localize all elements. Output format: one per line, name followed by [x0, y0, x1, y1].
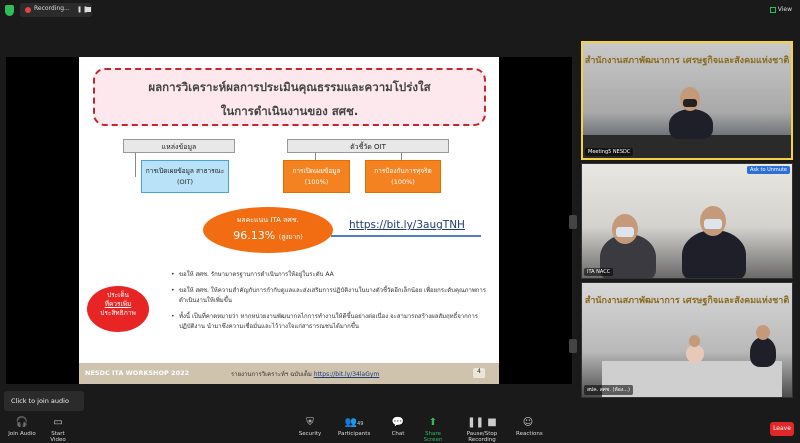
headphones-icon: 🎧 — [15, 417, 29, 428]
participant-head — [689, 335, 700, 347]
header-data-source: แหล่งข้อมูล — [123, 139, 235, 153]
pause-stop-icon: ❚❚ ■ — [467, 417, 497, 428]
wall-sign-text: สำนักงานสภาพัฒนาการ เศรษฐกิจและสังคมแห่ง… — [584, 56, 790, 66]
leave-button[interactable]: Leave — [770, 422, 794, 436]
participant-body — [686, 345, 704, 363]
slide-title-line1: ผลการวิเคราะห์ผลการประเมินคุณธรรมและความ… — [148, 80, 431, 94]
participants-label: Participants — [338, 431, 371, 437]
view-button[interactable]: View — [766, 3, 796, 17]
participant-tile-meeting5[interactable]: สำนักงานสภาพัฒนาการ เศรษฐกิจและสังคมแห่ง… — [581, 41, 793, 160]
reactions-button[interactable]: ☺ Reactions — [516, 417, 543, 437]
ask-to-unmute-button[interactable]: Ask to Unmute — [746, 166, 790, 174]
participants-count: 49 — [357, 421, 364, 427]
presentation-slide: ผลการวิเคราะห์ผลการประเมินคุณธรรมและความ… — [79, 57, 499, 384]
ita-score-label: ผลคะแนน ITA สศช. — [237, 216, 299, 224]
wall-sign-text: สำนักงานสภาพัฒนาการ เศรษฐกิจและสังคมแห่ง… — [584, 296, 790, 306]
participant-body — [682, 230, 746, 278]
collapse-handle[interactable] — [569, 215, 577, 229]
share-screen-icon: ⬆ — [428, 417, 438, 428]
shared-screen: ผลการวิเคราะห์ผลการประเมินคุณธรรมและความ… — [6, 57, 572, 384]
start-video-label: Start Video — [50, 431, 66, 443]
workshop-label: NESDC ITA WORKSHOP 2022 — [85, 369, 190, 377]
participant-tile-ita-nacc[interactable]: Ask to Unmute ITA NACC — [581, 163, 793, 279]
list-item: ทั้งนี้ เป็นที่คาดหมายว่า หากหน่วยงานพัฒ… — [171, 312, 491, 332]
share-screen-label: Share Screen — [423, 431, 443, 443]
security-label: Security — [298, 431, 322, 437]
view-label: View — [777, 6, 792, 13]
shield-icon[interactable] — [5, 5, 14, 16]
face-mask — [704, 219, 722, 229]
join-audio-label: Join Audio — [8, 431, 36, 437]
top-bar: Recording... ❚❚ View — [0, 0, 800, 20]
join-audio-button[interactable]: 🎧 Join Audio — [8, 417, 36, 437]
participant-name: สปค. สศช. (ห้อง...) — [584, 385, 633, 395]
face-mask — [616, 227, 634, 237]
improvement-label-l1: ประเด็น — [107, 291, 129, 299]
participant-head — [756, 325, 770, 340]
ita-score-value: 96.13% — [233, 229, 276, 242]
participant-name: ITA NACC — [584, 268, 614, 276]
list-item: ขอให้ สศช. รักษามาตรฐานการดำเนินการให้อย… — [171, 270, 491, 280]
oit-source-box: การเปิดเผยข้อมูล สาธารณะ (OIT) — [141, 160, 229, 193]
chat-label: Chat — [391, 431, 405, 437]
share-screen-button[interactable]: ⬆ Share Screen — [418, 417, 448, 443]
chat-bubble-icon: 💬 — [391, 417, 405, 428]
footer-link[interactable]: https://bit.ly/34laGym — [314, 371, 380, 378]
slide-title-line2: ในการดำเนินงานของ สศช. — [220, 104, 359, 118]
page-number: 4 — [473, 368, 485, 378]
report-footer: รายงานการวิเคราะห์ฯ ฉบับเต็ม https://bit… — [231, 369, 379, 379]
meeting-toolbar: 🎧 Join Audio ▭ Start Video ⛨ Security 👥4… — [0, 414, 800, 443]
pause-stop-recording-button[interactable]: ❚❚ ■ Pause/Stop Recording — [456, 417, 508, 443]
face-mask — [683, 99, 697, 107]
participant-body — [669, 109, 713, 139]
full-report-label: รายงานการวิเคราะห์ฯ ฉบับเต็ม — [231, 371, 312, 378]
indicator-anticorruption-score: (100%) — [391, 178, 415, 186]
view-grid-icon — [769, 6, 776, 13]
participant-tile-room[interactable]: สำนักงานสภาพัฒนาการ เศรษฐกิจและสังคมแห่ง… — [581, 282, 793, 398]
stop-icon[interactable] — [86, 7, 91, 12]
ita-score-oval: ผลคะแนน ITA สศช. 96.13% (สูงมาก) — [203, 207, 333, 253]
pause-stop-recording-label: Pause/Stop Recording — [466, 431, 498, 443]
recording-label: Recording... — [34, 5, 70, 12]
indicator-disclosure-box: การเปิดเผยข้อมูล (100%) — [283, 160, 350, 193]
ita-score-grade: (สูงมาก) — [278, 233, 303, 241]
header-oit-indicator: ตัวชี้วัด OIT — [287, 139, 449, 153]
indicator-disclosure-score: (100%) — [304, 178, 329, 186]
recommendation-list: ขอให้ สศช. รักษามาตรฐานการดำเนินการให้อย… — [171, 270, 491, 338]
recording-indicator: Recording... ❚❚ — [20, 3, 92, 17]
slide-footer: NESDC ITA WORKSHOP 2022 รายงานการวิเคราะ… — [79, 363, 499, 384]
join-audio-tooltip: Click to join audio — [4, 391, 84, 411]
improvement-label-l2: ที่ควรเพิ่ม — [104, 300, 132, 308]
participant-name: Meeting5 NESDC — [585, 148, 634, 156]
link-underline-bar — [331, 235, 481, 237]
participant-body — [750, 337, 776, 367]
connector-line — [135, 153, 136, 177]
list-item: ขอให้ สศช. ให้ความสำคัญกับการกำกับดูแลแล… — [171, 286, 491, 306]
report-link[interactable]: https://bit.ly/3augTNH — [349, 219, 465, 231]
indicator-anticorruption-box: การป้องกันการทุจริต (100%) — [365, 160, 441, 193]
slide-title-box: ผลการวิเคราะห์ผลการประเมินคุณธรรมและความ… — [93, 68, 486, 126]
start-video-button[interactable]: ▭ Start Video — [44, 417, 72, 443]
indicator-disclosure-label: การเปิดเผยข้อมูล — [292, 167, 341, 175]
collapse-handle[interactable] — [569, 339, 577, 353]
shield-icon: ⛨ — [306, 417, 314, 428]
security-button[interactable]: ⛨ Security — [298, 417, 322, 437]
people-icon: 👥49 — [344, 417, 364, 428]
participants-button[interactable]: 👥49 Participants — [338, 417, 370, 437]
improvement-label-l3: ประสิทธิภาพ — [100, 309, 136, 317]
indicator-anticorruption-label: การป้องกันการทุจริต — [374, 167, 432, 175]
improvement-points-oval: ประเด็น ที่ควรเพิ่ม ประสิทธิภาพ — [87, 286, 149, 332]
video-off-icon: ▭ — [53, 417, 63, 428]
record-dot-icon — [25, 7, 31, 13]
smiley-icon: ☺ — [522, 417, 534, 428]
chat-button[interactable]: 💬 Chat — [388, 417, 408, 437]
reactions-label: Reactions — [516, 431, 543, 437]
